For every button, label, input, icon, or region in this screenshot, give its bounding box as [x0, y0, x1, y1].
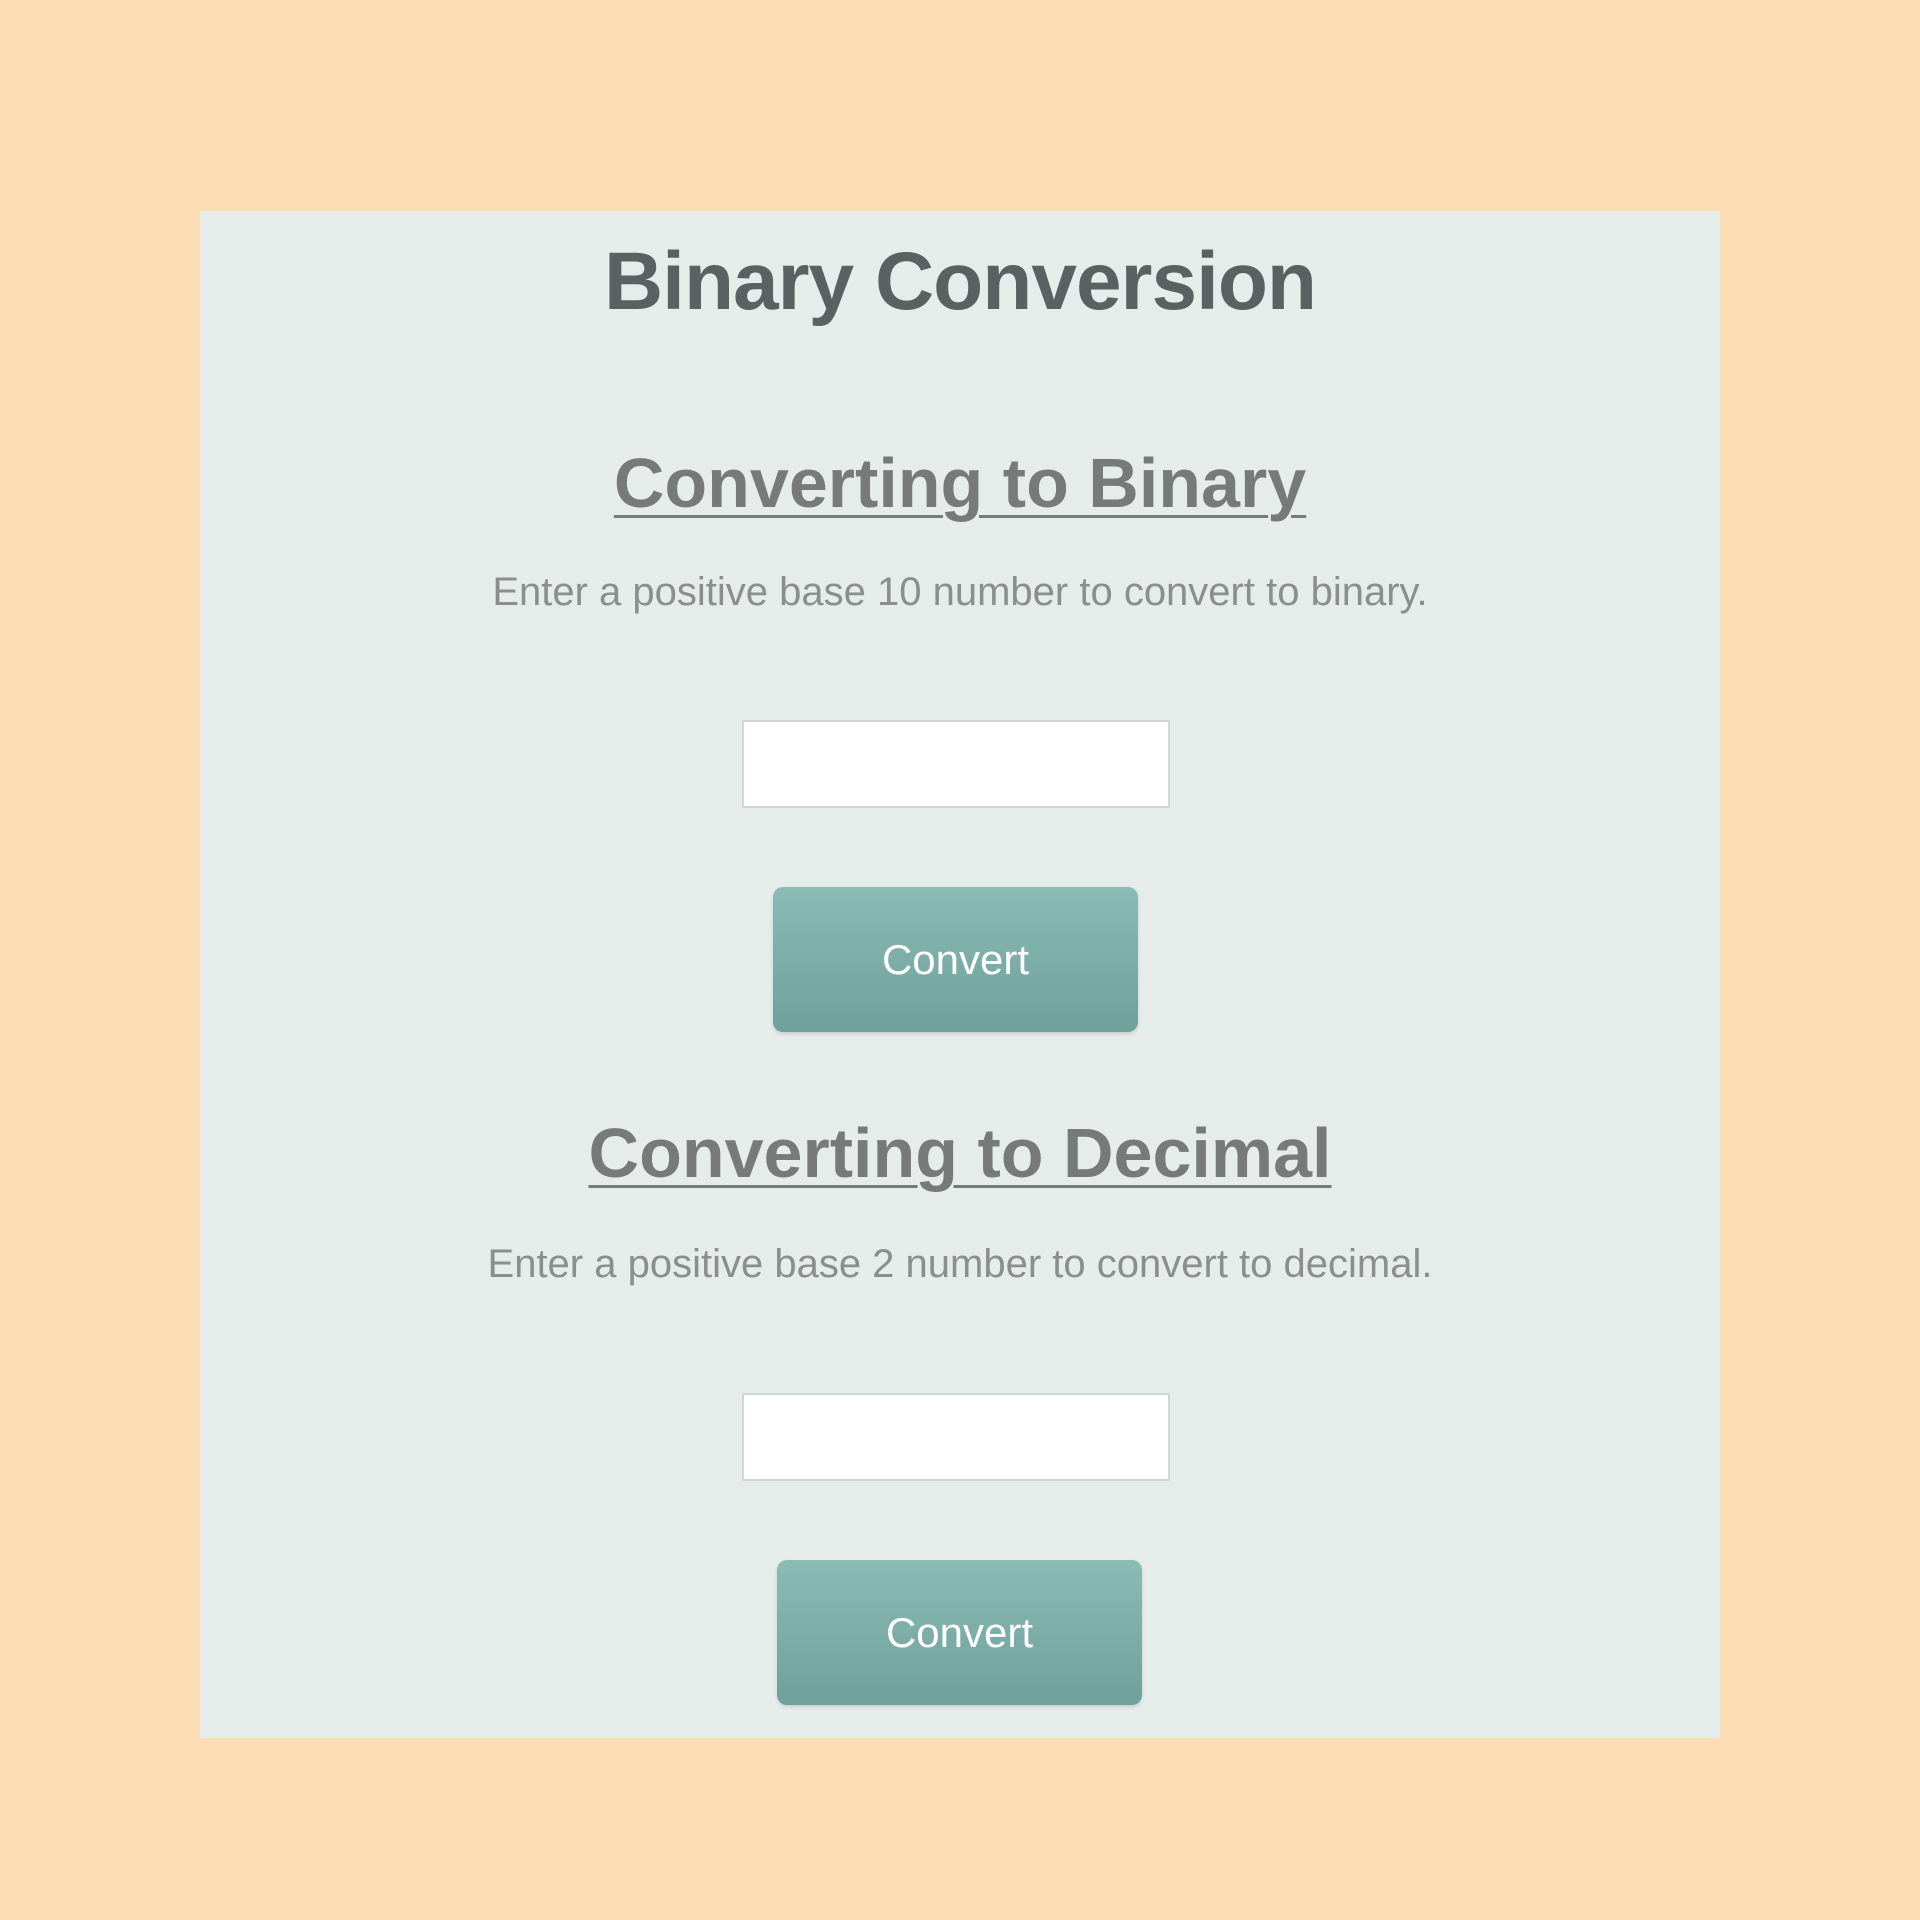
- convert-to-binary-button[interactable]: Convert: [773, 887, 1138, 1032]
- to-decimal-heading: Converting to Decimal: [588, 1114, 1332, 1192]
- convert-to-decimal-button[interactable]: Convert: [777, 1560, 1142, 1705]
- to-decimal-description: Enter a positive base 2 number to conver…: [487, 1242, 1433, 1286]
- converter-panel: Binary Conversion Converting to Binary E…: [200, 211, 1720, 1738]
- page-title: Binary Conversion: [603, 236, 1317, 327]
- to-binary-description: Enter a positive base 10 number to conve…: [492, 570, 1428, 614]
- to-binary-heading: Converting to Binary: [613, 444, 1307, 522]
- binary-number-input[interactable]: [742, 1393, 1170, 1481]
- decimal-number-input[interactable]: [742, 720, 1170, 808]
